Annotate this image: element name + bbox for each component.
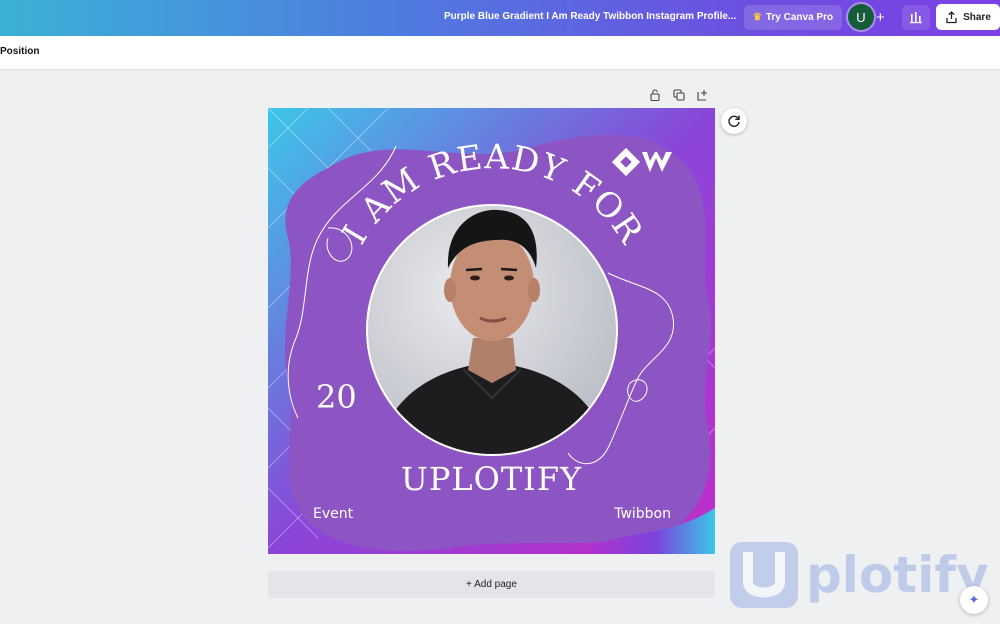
add-page-icon[interactable] (696, 88, 710, 102)
top-bar: Purple Blue Gradient I Am Ready Twibbon … (0, 0, 1000, 36)
share-icon (946, 10, 957, 23)
position-button[interactable]: Position (0, 46, 39, 57)
try-canva-pro-button[interactable]: ♛ Try Canva Pro (744, 5, 842, 30)
lock-icon[interactable] (648, 88, 662, 102)
event-text: Event (313, 506, 354, 522)
document-title[interactable]: Purple Blue Gradient I Am Ready Twibbon … (444, 11, 736, 22)
twibbon-text: Twibbon (614, 506, 671, 522)
brand-text: UPLOTIFY (400, 460, 583, 498)
add-collaborator-button[interactable]: + (876, 9, 885, 26)
insights-button[interactable] (902, 5, 930, 30)
duplicate-icon[interactable] (672, 88, 686, 102)
sparkle-icon: ✦ (968, 592, 980, 607)
year-text: 20 (316, 378, 357, 416)
page-tools (648, 88, 710, 102)
rotate-icon (728, 115, 740, 127)
share-button[interactable]: Share (936, 4, 1000, 30)
avatar[interactable]: U (848, 4, 874, 30)
crown-icon: ♛ (752, 12, 762, 23)
design-canvas[interactable]: I AM READY FOR 20 UPLOTIFY Event Twibbon (268, 108, 715, 554)
bar-chart-icon (910, 12, 922, 24)
magic-assistant-button[interactable]: ✦ (960, 586, 988, 614)
try-pro-label: Try Canva Pro (765, 12, 834, 23)
editor-toolbar: Position (0, 36, 1000, 70)
share-label: Share (963, 11, 991, 23)
watermark-logo: plotify (730, 538, 990, 612)
add-page-button[interactable]: + Add page (268, 571, 715, 598)
rotate-button[interactable] (721, 108, 747, 134)
